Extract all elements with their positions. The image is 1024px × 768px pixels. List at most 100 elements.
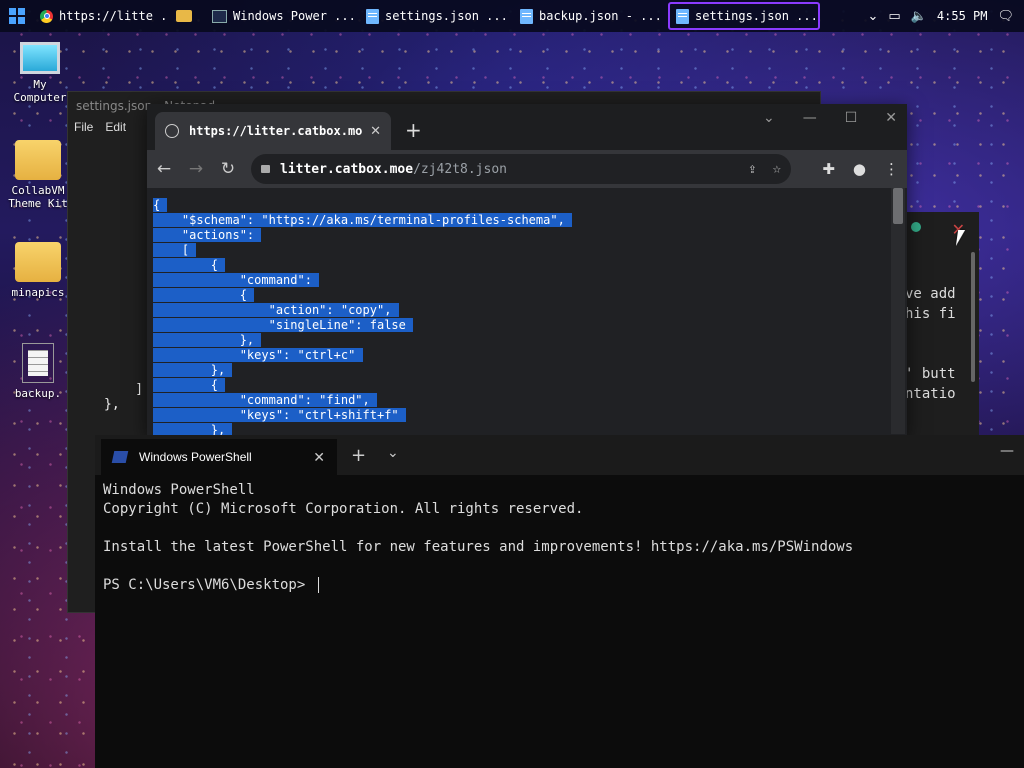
desktop-icon-collabvm-theme-kit[interactable]: CollabVM Theme Kit [3,140,73,210]
terminal-output[interactable]: Windows PowerShell Copyright (C) Microso… [103,481,853,595]
terminal-line: Install the latest PowerShell for new fe… [103,539,854,555]
desktop-icon-label: minapics [11,286,65,299]
selected-text: "keys": "ctrl+c" [153,348,363,362]
menu-file[interactable]: File [74,120,93,142]
taskbar-item-backup-json[interactable]: backup.json - ... [514,3,664,29]
page-scrollbar[interactable] [891,188,905,434]
json-line: "action": "copy", [153,303,572,318]
url-host: litter.catbox.moe [280,161,414,177]
window-controls: ⌄ — ☐ ✕ [763,110,897,126]
folder-icon [176,10,192,22]
json-line: "keys": "ctrl+shift+f" [153,408,572,423]
computer-icon [20,42,60,74]
document-icon [22,343,54,383]
json-line: "command": "find", [153,393,572,408]
chrome-icon [40,9,53,23]
selected-text: "command": "find", [153,393,377,407]
maximize-button[interactable]: ☐ [845,110,858,126]
profile-icon[interactable]: ● [853,160,866,178]
notepad-line: ] [104,382,144,397]
folder-icon [15,242,61,282]
desktop-icon-minapics[interactable]: minapics [3,242,73,299]
page-content[interactable]: { "$schema": "https://aka.ms/terminal-pr… [147,188,907,436]
terminal-tab[interactable]: Windows PowerShell ✕ [101,439,337,475]
forward-button[interactable]: → [187,159,205,179]
bookmark-star-icon[interactable]: ☆ [773,161,781,177]
new-tab-button[interactable]: + [351,445,366,466]
json-line: }, [153,333,572,348]
close-tab-icon[interactable]: ✕ [370,124,381,139]
json-line: "keys": "ctrl+c" [153,348,572,363]
taskbar-item-settings-json-2[interactable]: settings.json ... [668,2,820,30]
terminal-line: Copyright (C) Microsoft Corporation. All… [103,501,584,517]
json-line: "$schema": "https://aka.ms/terminal-prof… [153,213,573,228]
window-dot-icon [911,222,921,232]
json-line: { [153,378,572,393]
selected-text: { [153,258,226,272]
desktop-icon-label: backup. [14,387,62,400]
taskbar-item-explorer[interactable] [170,3,202,29]
terminal-window[interactable]: Windows PowerShell ✕ + ⌄ — Windows Power… [95,435,1024,768]
json-line: { [153,198,572,213]
selected-text: "keys": "ctrl+shift+f" [153,408,406,422]
globe-icon [165,124,179,138]
minimize-button[interactable]: — [1000,443,1014,459]
close-button[interactable]: ✕ [885,110,897,126]
desktop-icon-label: My Computer [13,78,67,104]
chevron-down-icon[interactable]: ⌄ [387,445,399,461]
display-icon[interactable]: ▭ [888,9,900,24]
lock-icon[interactable] [261,165,270,173]
tab-search-icon[interactable]: ⌄ [763,110,775,126]
json-line: "singleLine": false [153,318,572,333]
taskbar-item-powershell[interactable]: Windows Power ... [206,3,356,29]
tab-title: https://litter.catbox.moe [189,124,363,138]
scrollbar[interactable] [971,252,975,382]
terminal-tab-title: Windows PowerShell [139,450,252,464]
selected-text: "actions": [153,228,262,242]
minimize-button[interactable]: — [803,110,817,126]
selected-text: { [153,288,255,302]
json-line: { [153,288,572,303]
extensions-icon[interactable]: ✚ [822,160,835,178]
start-button[interactable] [0,0,34,32]
selected-text: "command": [153,273,320,287]
address-bar[interactable]: litter.catbox.moe/zj42t8.json ⇪ ☆ [251,154,791,184]
json-line: { [153,258,572,273]
desktop-icon-my-computer[interactable]: My Computer [5,42,75,104]
taskbar-item-chrome[interactable]: https://litte ... [34,3,166,29]
desktop-icon-backup[interactable]: backup. [3,343,73,400]
folder-icon [15,140,61,180]
chevron-down-icon[interactable]: ⌄ [868,9,879,24]
json-line: "actions": [153,228,572,243]
new-tab-button[interactable]: + [405,118,422,142]
taskbar-item-settings-json-1[interactable]: settings.json ... [360,3,510,29]
notepad-text[interactable]: ] }, [104,382,143,412]
reload-button[interactable]: ↻ [219,159,237,179]
menu-edit[interactable]: Edit [105,120,126,142]
chrome-tab[interactable]: https://litter.catbox.moe ✕ [155,112,391,150]
share-icon[interactable]: ⇪ [748,161,756,177]
terminal-prompt[interactable]: PS C:\Users\VM6\Desktop> [103,576,853,595]
close-tab-icon[interactable]: ✕ [313,449,325,466]
taskbar-item-label: Windows Power ... [233,9,356,23]
taskbar: https://litte ... Windows Power ... sett… [0,0,1024,32]
windows-logo-icon [9,8,25,24]
back-button[interactable]: ← [155,159,173,179]
json-text[interactable]: { "$schema": "https://aka.ms/terminal-pr… [153,198,573,436]
powershell-icon [212,9,227,23]
taskbar-item-label: settings.json ... [385,9,508,23]
clock[interactable]: 4:55 PM [937,9,988,23]
taskbar-item-label: https://litte ... [59,9,166,23]
selected-text: [ [153,243,197,257]
chrome-window[interactable]: https://litter.catbox.moe ✕ + ⌄ — ☐ ✕ ← … [147,104,907,436]
volume-icon[interactable]: 🔈 [911,9,927,24]
notification-icon[interactable]: 🗨 [997,9,1014,24]
json-line: }, [153,363,572,378]
partial-text-line: ' butt [905,366,956,382]
partial-text-line: ntatio [905,386,956,402]
url-path: /zj42t8.json [413,161,507,177]
notepad-icon [366,8,379,24]
menu-kebab-icon[interactable]: ⋮ [884,160,899,178]
selected-text: { [153,378,226,392]
